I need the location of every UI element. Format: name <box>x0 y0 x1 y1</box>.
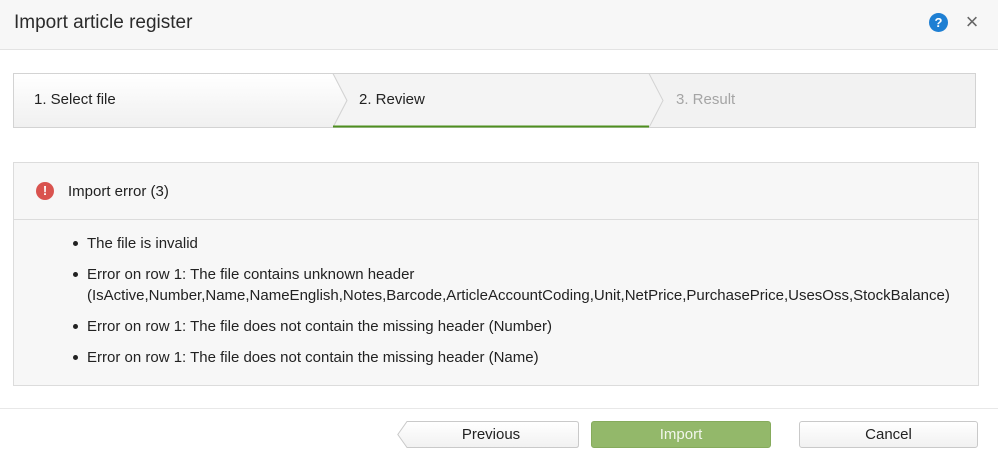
help-icon[interactable]: ? <box>929 13 948 32</box>
error-header: ! Import error (3) <box>14 163 978 220</box>
step-result: 3. Result <box>676 91 736 108</box>
step-select-file[interactable]: 1. Select file <box>34 73 116 127</box>
dialog-header: Import article register ? × <box>0 0 998 50</box>
error-icon: ! <box>36 182 54 200</box>
error-item: The file is invalid <box>69 233 969 254</box>
step-review[interactable]: 2. Review <box>359 73 425 127</box>
close-icon[interactable]: × <box>962 11 982 33</box>
previous-button[interactable]: Previous <box>397 421 579 448</box>
error-item: Error on row 1: The file contains unknow… <box>69 264 969 306</box>
error-item: Error on row 1: The file does not contai… <box>69 316 969 337</box>
error-panel: ! Import error (3) The file is invalid E… <box>13 162 979 386</box>
error-item: Error on row 1: The file does not contai… <box>69 347 969 368</box>
import-button[interactable]: Import <box>591 421 771 448</box>
error-list: The file is invalid Error on row 1: The … <box>69 233 969 378</box>
error-title: Import error (3) <box>68 183 169 200</box>
dialog-title: Import article register <box>14 12 193 33</box>
wizard-background <box>13 73 976 128</box>
wizard-steps: 1. Select file 2. Review 3. Result <box>13 73 976 128</box>
previous-button-label: Previous <box>461 426 521 443</box>
cancel-button[interactable]: Cancel <box>799 421 978 448</box>
